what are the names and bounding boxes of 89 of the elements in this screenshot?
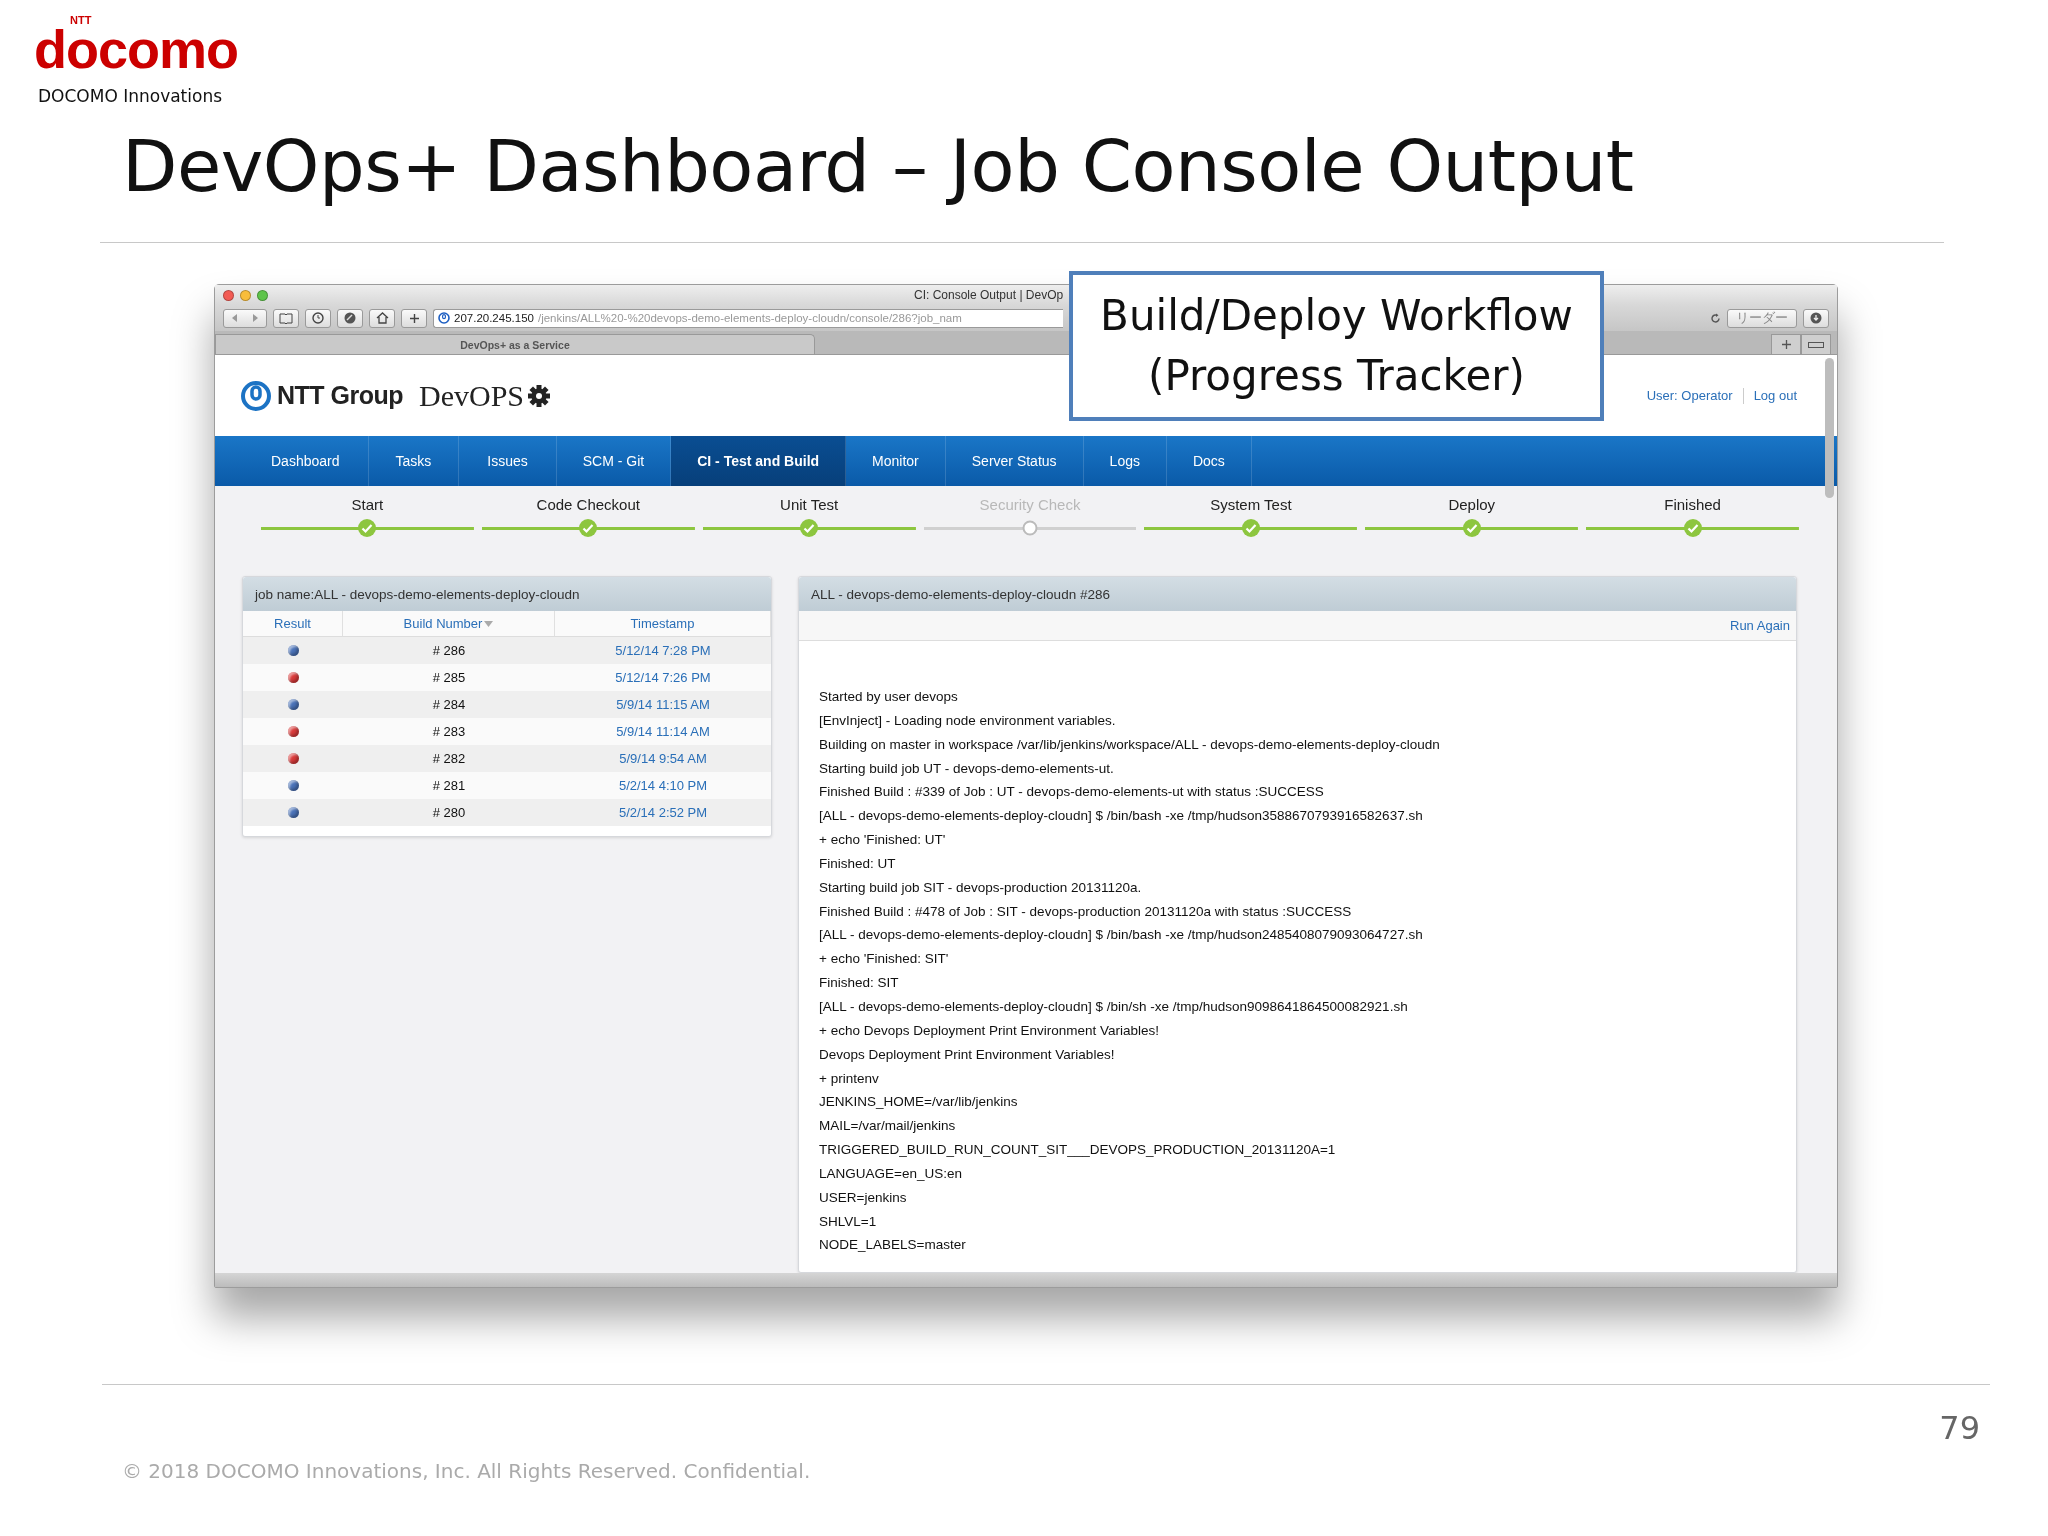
nav-tab[interactable]: Logs — [1083, 436, 1167, 486]
timestamp-link[interactable]: 5/12/14 7:26 PM — [555, 664, 771, 691]
step-label: System Test — [1210, 496, 1292, 513]
console-line: TRIGGERED_BUILD_RUN_COUNT_SIT___DEVOPS_PRODUCTION_20131120A=1 — [819, 1141, 1337, 1160]
console-line: + echo 'Finished: UT' — [819, 831, 947, 850]
nav-tab[interactable]: Tasks — [368, 436, 460, 486]
step-label: Unit Test — [780, 496, 839, 513]
sort-caret-icon — [484, 620, 494, 627]
browser-tab[interactable]: DevOps+ as a Service — [215, 334, 815, 354]
nav-tab[interactable]: Docs — [1166, 436, 1252, 486]
new-tab-icon[interactable] — [1771, 334, 1801, 354]
logout-link[interactable]: Log out — [1753, 388, 1797, 403]
logo: docomo — [34, 26, 239, 72]
site-icon — [438, 312, 450, 324]
console-line: Finished Build : #339 of Job : UT - devops-demo-elements-ut with status :SUCCESS — [819, 783, 1325, 802]
table-cell: # 281 — [343, 772, 555, 799]
console-line: LANGUAGE=en_US:en — [819, 1164, 963, 1183]
table-cell: # 285 — [343, 664, 555, 691]
column-header[interactable]: Timestamp — [555, 611, 771, 637]
product-name: DevOPS — [419, 378, 525, 413]
console-line: Started by user devops — [819, 688, 959, 706]
timestamp-link[interactable]: 5/2/14 4:10 PM — [555, 772, 771, 799]
console-line: [EnvInject] - Loading node environment variables. — [819, 711, 1117, 730]
user-link[interactable]: User: Operator — [1646, 388, 1733, 403]
console-line: [ALL - devops-demo-elements-deploy-cloudn] $ /bin/bash -xe /tmp/hudson3588670793916582637.sh — [819, 807, 1424, 826]
copyright-text: © 2018 DOCOMO Innovations, Inc. All Rights Reserved. Confidential. — [122, 1459, 812, 1483]
table-cell: # 286 — [343, 637, 555, 664]
console-line: Devops Deployment Print Environment Variables! — [819, 1045, 1116, 1064]
console-line: USER=jenkins — [819, 1188, 908, 1207]
tab-overview-icon[interactable] — [1801, 334, 1831, 354]
close-icon[interactable] — [223, 289, 234, 301]
scrollbar[interactable] — [1825, 358, 1834, 498]
console-line: + echo 'Finished: SIT' — [819, 950, 950, 969]
console-line: Finished: UT — [819, 854, 897, 873]
table-cell: # 283 — [343, 718, 555, 745]
console-line: NODE_LABELS=master — [819, 1236, 967, 1255]
table-cell: # 284 — [343, 691, 555, 718]
console-line: Building on master in workspace /var/lib/jenkins/workspace/ALL - devops-demo-elements-deploy-cloudn — [819, 735, 1441, 754]
timestamp-link[interactable]: 5/12/14 7:28 PM — [555, 637, 771, 664]
step-label: Code Checkout — [536, 496, 640, 513]
console-line: Finished: SIT — [819, 974, 900, 993]
column-header[interactable]: Result — [243, 611, 343, 637]
console-line: MAIL=/var/mail/jenkins — [819, 1117, 957, 1136]
step-label: Finished — [1664, 496, 1721, 513]
brand-name: NTT Group — [277, 381, 404, 410]
console-line: JENKINS_HOME=/var/lib/jenkins — [819, 1093, 1019, 1112]
timestamp-link[interactable]: 5/9/14 11:15 AM — [555, 691, 771, 718]
clock-icon[interactable] — [305, 308, 331, 328]
nav-tab[interactable]: CI - Test and Build — [671, 436, 847, 486]
zoom-icon[interactable] — [257, 289, 268, 301]
console-line: SHLVL=1 — [819, 1212, 878, 1231]
console-line: [ALL - devops-demo-elements-deploy-cloudn] $ /bin/bash -xe /tmp/hudson2485408079093064727.sh — [819, 926, 1424, 945]
nav-tab[interactable]: Dashboard — [243, 436, 369, 486]
plus-icon[interactable] — [401, 308, 427, 328]
callout-box: Build/Deploy Workflow (Progress Tracker) — [1069, 271, 1604, 421]
panel-title: ALL - devops-demo-elements-deploy-cloudn #286 — [799, 577, 1796, 611]
nav-tab[interactable]: Issues — [459, 436, 557, 486]
window-title: CI: Console Output | DevOp — [914, 288, 1064, 302]
run-again-link[interactable]: Run Again — [1730, 618, 1790, 633]
timestamp-link[interactable]: 5/9/14 9:54 AM — [555, 745, 771, 772]
page-number: 79 — [1939, 1409, 1980, 1447]
panel-title: job name:ALL - devops-demo-elements-deploy-cloudn — [243, 577, 771, 611]
column-header[interactable]: Build Number — [343, 611, 555, 637]
step-label: Start — [351, 496, 384, 513]
console-line: [ALL - devops-demo-elements-deploy-cloudn] $ /bin/sh -xe /tmp/hudson9098641864500082921.sh — [819, 997, 1409, 1016]
table-cell: # 280 — [343, 799, 555, 826]
home-icon[interactable] — [369, 308, 395, 328]
reload-icon[interactable] — [1710, 312, 1721, 324]
back-forward-buttons[interactable] — [223, 308, 267, 328]
timestamp-link[interactable]: 5/9/14 11:14 AM — [555, 718, 771, 745]
console-line: + echo Devops Deployment Print Environment Variables! — [819, 1021, 1161, 1040]
nav-tab[interactable]: Server Status — [945, 436, 1084, 486]
gear-icon — [528, 384, 551, 407]
slide-title: DevOps+ Dashboard – Job Console Output — [122, 124, 1635, 208]
console-line: Starting build job SIT - devops-production 20131120a. — [819, 878, 1143, 897]
console-line: Starting build job UT - devops-demo-elements-ut. — [819, 759, 1115, 778]
logo-mark: NTT — [70, 14, 93, 26]
reader-button[interactable]: リーダー — [1727, 308, 1797, 328]
download-icon[interactable] — [1803, 308, 1829, 328]
table-cell: # 282 — [343, 745, 555, 772]
logo-subtitle: DOCOMO Innovations — [38, 86, 224, 106]
nav-tab[interactable]: Monitor — [846, 436, 946, 486]
console-line: + printenv — [819, 1069, 880, 1088]
address-field[interactable]: 207.20.245.150 /jenkins/ALL%20-%20devops-demo-elements-deploy-cloudn/console/286?job_nam — [433, 308, 1063, 328]
console-line: Finished Build : #478 of Job : SIT - devops-production 20131120a with status :SUCCESS — [819, 902, 1353, 921]
step-label: Security Check — [979, 496, 1081, 513]
step-label: Deploy — [1448, 496, 1496, 513]
ntt-logo-icon — [241, 380, 271, 411]
timestamp-link[interactable]: 5/2/14 2:52 PM — [555, 799, 771, 826]
